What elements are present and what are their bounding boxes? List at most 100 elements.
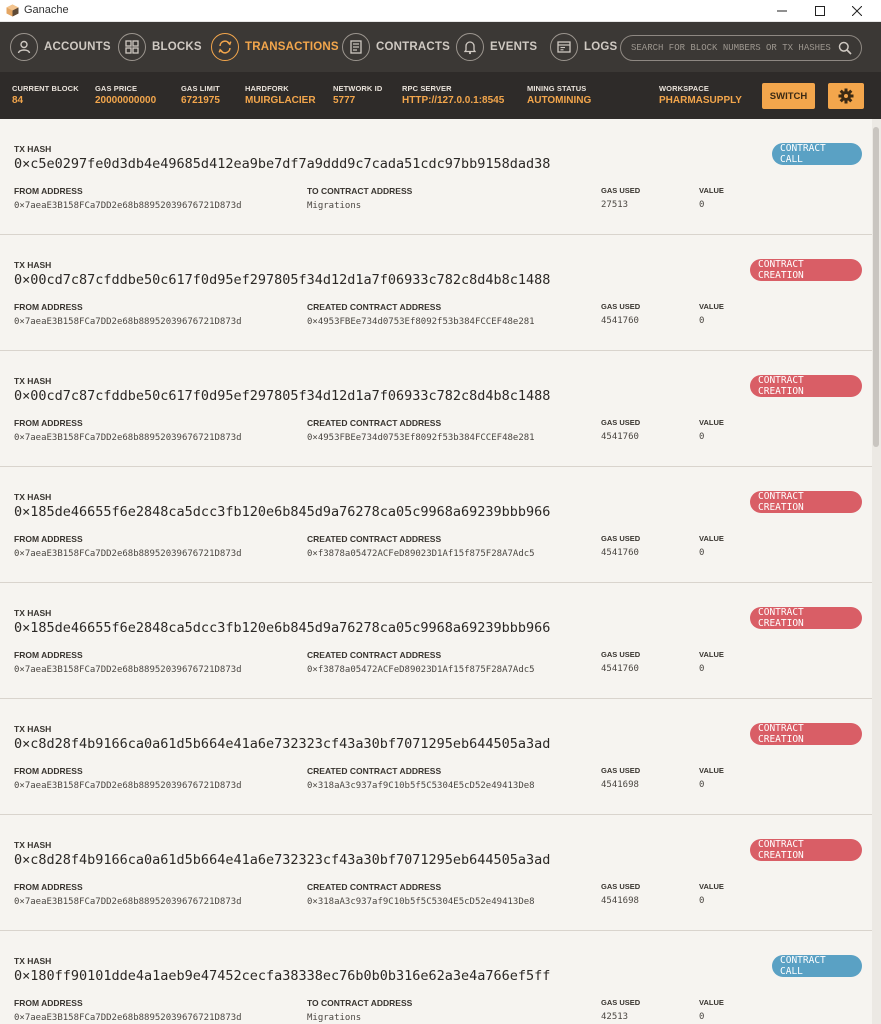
stat-workspace: WORKSPACE PHARMASUPPLY — [659, 84, 742, 106]
from-address-label: FROM ADDRESS — [14, 534, 83, 544]
maximize-button[interactable] — [803, 0, 837, 22]
transaction-row[interactable]: TX HASH 0×c8d28f4b9166ca0a61d5b664e41a6e… — [0, 699, 872, 815]
value: 0 — [699, 548, 705, 558]
title-bar: Ganache — [0, 0, 881, 22]
blocks-icon — [118, 33, 146, 61]
transaction-row[interactable]: TX HASH 0×180ff90101dde4a1aeb9e47452cecf… — [0, 931, 872, 1024]
maximize-icon — [815, 6, 825, 16]
tx-hash-label: TX HASH — [14, 260, 52, 270]
transaction-list: TX HASH 0×c5e0297fe0d3db4e49685d412ea9be… — [0, 119, 872, 1024]
tx-hash: 0×180ff90101dde4a1aeb9e47452cecfa38338ec… — [14, 968, 551, 984]
tx-hash-label: TX HASH — [14, 840, 52, 850]
stat-label: GAS PRICE — [95, 84, 138, 93]
tx-hash: 0×00cd7c87cfddbe50c617f0d95ef297805f34d1… — [14, 388, 551, 404]
contracts-icon — [342, 33, 370, 61]
gas-used: 27513 — [601, 200, 629, 210]
from-address: 0×7aeaE3B158FCa7DD2e68b88952039676721D87… — [14, 1013, 242, 1023]
search-input[interactable] — [631, 43, 831, 53]
close-icon — [852, 6, 862, 16]
nav-accounts-label: ACCOUNTS — [44, 41, 111, 53]
stat-label: MINING STATUS — [527, 84, 587, 93]
from-address-label: FROM ADDRESS — [14, 766, 83, 776]
stat-label: NETWORK ID — [333, 84, 383, 93]
transaction-row[interactable]: TX HASH 0×00cd7c87cfddbe50c617f0d95ef297… — [0, 235, 872, 351]
from-address: 0×7aeaE3B158FCa7DD2e68b88952039676721D87… — [14, 201, 242, 211]
close-button[interactable] — [840, 0, 874, 22]
to-address-label: CREATED CONTRACT ADDRESS — [307, 418, 442, 428]
nav-contracts[interactable]: CONTRACTS — [342, 32, 450, 62]
nav-logs[interactable]: LOGS — [550, 32, 617, 62]
transaction-row[interactable]: TX HASH 0×c5e0297fe0d3db4e49685d412ea9be… — [0, 119, 872, 235]
tx-type-badge: CONTRACT CREATION — [750, 259, 862, 281]
transaction-row[interactable]: TX HASH 0×c8d28f4b9166ca0a61d5b664e41a6e… — [0, 815, 872, 931]
from-address: 0×7aeaE3B158FCa7DD2e68b88952039676721D87… — [14, 433, 242, 443]
stat-label: WORKSPACE — [659, 84, 709, 93]
to-address: 0×4953FBEe734d0753Ef8092f53b384FCCEF48e2… — [307, 433, 535, 443]
nav-blocks[interactable]: BLOCKS — [118, 32, 202, 62]
stat-value: 5777 — [333, 95, 356, 106]
nav-logs-label: LOGS — [584, 41, 618, 53]
transaction-row[interactable]: TX HASH 0×185de46655f6e2848ca5dcc3fb120e… — [0, 467, 872, 583]
to-address: 0×318aA3c937af9C10b5f5C5304E5cD52e49413D… — [307, 897, 535, 907]
tx-type-badge: CONTRACT CREATION — [750, 723, 862, 745]
ganache-logo-icon — [6, 4, 19, 17]
gas-used-label: GAS USED — [601, 534, 641, 543]
minimize-button[interactable] — [765, 0, 799, 22]
status-bar: CURRENT BLOCK 84 GAS PRICE 20000000000 G… — [0, 72, 881, 119]
stat-label: CURRENT BLOCK — [12, 84, 79, 93]
accounts-icon — [10, 33, 38, 61]
from-address-label: FROM ADDRESS — [14, 302, 83, 312]
gas-used: 42513 — [601, 1012, 629, 1022]
stat-value: HTTP://127.0.0.1:8545 — [402, 95, 505, 106]
search-icon[interactable] — [838, 41, 852, 55]
gas-used-label: GAS USED — [601, 418, 641, 427]
nav-contracts-label: CONTRACTS — [376, 41, 450, 53]
to-address-label: TO CONTRACT ADDRESS — [307, 186, 413, 196]
tx-hash-label: TX HASH — [14, 724, 52, 734]
tx-type-badge: CONTRACT CREATION — [750, 491, 862, 513]
minimize-icon — [777, 10, 787, 12]
tx-type-badge: CONTRACT CALL — [772, 143, 862, 165]
nav-accounts[interactable]: ACCOUNTS — [10, 32, 111, 62]
gas-used-label: GAS USED — [601, 766, 641, 775]
value: 0 — [699, 1012, 705, 1022]
tx-hash-label: TX HASH — [14, 608, 52, 618]
settings-button[interactable] — [828, 83, 864, 109]
tx-hash: 0×c5e0297fe0d3db4e49685d412ea9be7df7a9dd… — [14, 156, 551, 172]
stat-gas-limit: GAS LIMIT 6721975 — [181, 84, 220, 106]
nav-transactions[interactable]: TRANSACTIONS — [211, 32, 339, 62]
value: 0 — [699, 664, 705, 674]
tx-hash: 0×00cd7c87cfddbe50c617f0d95ef297805f34d1… — [14, 272, 551, 288]
value-label: VALUE — [699, 766, 724, 775]
transaction-row[interactable]: TX HASH 0×00cd7c87cfddbe50c617f0d95ef297… — [0, 351, 872, 467]
to-address: Migrations — [307, 1013, 362, 1023]
scrollbar[interactable] — [872, 119, 881, 1024]
to-address-label: CREATED CONTRACT ADDRESS — [307, 882, 442, 892]
to-address-label: CREATED CONTRACT ADDRESS — [307, 534, 442, 544]
value: 0 — [699, 200, 705, 210]
transaction-row[interactable]: TX HASH 0×185de46655f6e2848ca5dcc3fb120e… — [0, 583, 872, 699]
switch-workspace-button[interactable]: SWITCH — [762, 83, 815, 109]
tx-type-badge: CONTRACT CALL — [772, 955, 862, 977]
gas-used: 4541760 — [601, 664, 639, 674]
gas-used-label: GAS USED — [601, 650, 641, 659]
value: 0 — [699, 896, 705, 906]
to-address-label: CREATED CONTRACT ADDRESS — [307, 650, 442, 660]
value: 0 — [699, 780, 705, 790]
logs-icon — [550, 33, 578, 61]
to-address-label: CREATED CONTRACT ADDRESS — [307, 766, 442, 776]
nav-events[interactable]: EVENTS — [456, 32, 537, 62]
gas-used-label: GAS USED — [601, 998, 641, 1007]
value: 0 — [699, 316, 705, 326]
stat-value: 6721975 — [181, 95, 220, 106]
tx-hash-label: TX HASH — [14, 144, 52, 154]
gas-used: 4541698 — [601, 896, 639, 906]
to-address: 0×f3878a05472ACFeD89023D1Af15f875F28A7Ad… — [307, 665, 535, 675]
stat-label: RPC SERVER — [402, 84, 452, 93]
tx-type-badge: CONTRACT CREATION — [750, 375, 862, 397]
from-address: 0×7aeaE3B158FCa7DD2e68b88952039676721D87… — [14, 665, 242, 675]
from-address: 0×7aeaE3B158FCa7DD2e68b88952039676721D87… — [14, 781, 242, 791]
tx-hash-label: TX HASH — [14, 376, 52, 386]
scrollbar-thumb[interactable] — [873, 127, 879, 447]
from-address: 0×7aeaE3B158FCa7DD2e68b88952039676721D87… — [14, 549, 242, 559]
